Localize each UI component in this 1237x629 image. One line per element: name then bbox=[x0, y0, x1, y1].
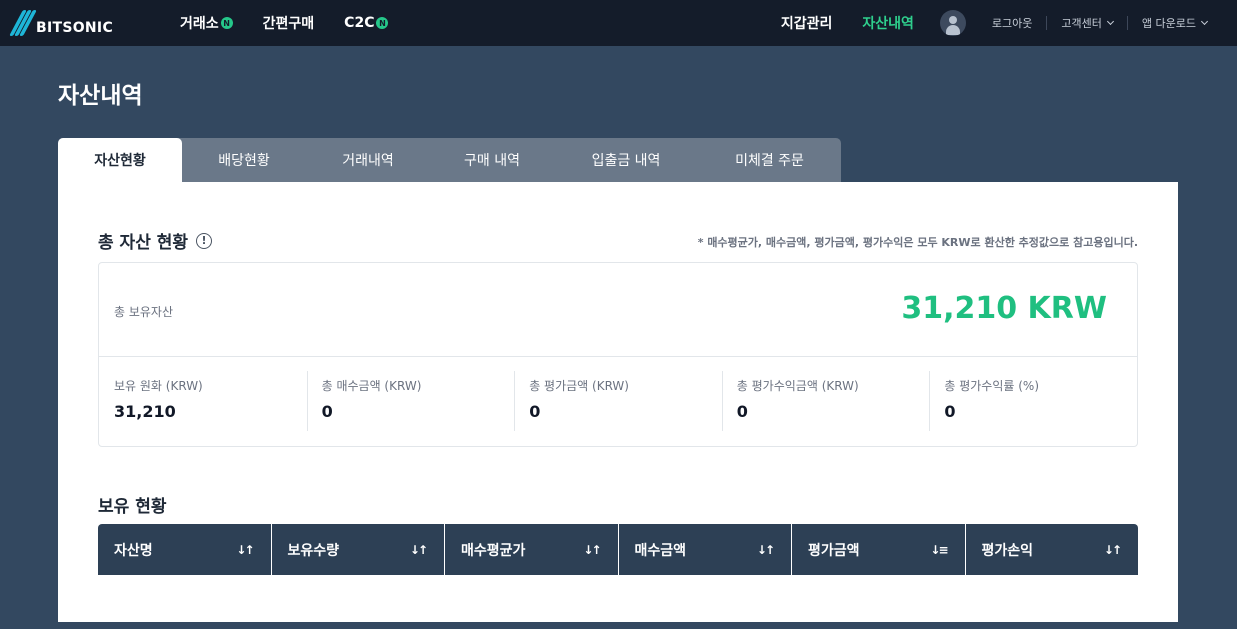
sort-icon[interactable]: ↓↑ bbox=[583, 543, 601, 557]
sort-descending-icon[interactable]: ↓≡ bbox=[930, 543, 948, 557]
info-icon[interactable]: ! bbox=[196, 232, 213, 249]
support-label: 고객센터 bbox=[1061, 17, 1102, 30]
stat-profit-rate: 총 평가수익률 (%) 0 bbox=[929, 357, 1137, 447]
nav-wallet[interactable]: 지갑관리 bbox=[781, 13, 833, 33]
nav-exchange[interactable]: 거래소 N bbox=[180, 13, 233, 33]
chevron-down-icon bbox=[1200, 17, 1209, 26]
stat-total-profit: 총 평가수익금액 (KRW) 0 bbox=[721, 357, 930, 447]
stat-value: 0 bbox=[529, 402, 541, 421]
nav-assets[interactable]: 자산내역 bbox=[862, 13, 914, 33]
nav-c2c[interactable]: C2C N bbox=[344, 15, 389, 31]
nav-c2c-label: C2C bbox=[344, 15, 375, 31]
holdings-table-header: 자산명 ↓↑ 보유수량 ↓↑ 매수평균가 ↓↑ 매수금액 ↓↑ 평가금액 ↓≡ … bbox=[98, 524, 1138, 575]
column-label: 매수금액 bbox=[634, 542, 687, 559]
logout-link[interactable]: 로그아웃 bbox=[992, 15, 1032, 31]
tab-open-orders[interactable]: 미체결 주문 bbox=[698, 138, 841, 182]
asset-tabs: 자산현황 배당현황 거래내역 구매 내역 입출금 내역 미체결 주문 bbox=[58, 138, 841, 182]
summary-stats-row: 보유 원화 (KRW) 31,210 총 매수금액 (KRW) 0 총 평가금액… bbox=[99, 357, 1137, 447]
stat-label: 총 매수금액 (KRW) bbox=[321, 379, 422, 393]
stat-label: 총 평가금액 (KRW) bbox=[529, 379, 629, 393]
column-quantity[interactable]: 보유수량 ↓↑ bbox=[270, 524, 445, 575]
bitsonic-logo[interactable]: BITSONIC bbox=[9, 9, 114, 37]
content-panel: 총 자산 현황 ! * 매수평균가, 매수금액, 평가금액, 평가수익은 모두 … bbox=[58, 182, 1178, 622]
new-badge: N bbox=[376, 17, 389, 29]
stat-value: 0 bbox=[944, 402, 956, 421]
stat-value: 31,210 bbox=[114, 402, 176, 421]
column-avg-buy-price[interactable]: 매수평균가 ↓↑ bbox=[444, 524, 618, 575]
column-label: 자산명 bbox=[114, 542, 153, 559]
total-holdings-row: 총 보유자산 31,210 KRW bbox=[99, 263, 1137, 357]
page-title: 자산내역 bbox=[58, 83, 143, 109]
column-label: 보유수량 bbox=[287, 542, 340, 559]
app-download-label: 앱 다운로드 bbox=[1141, 17, 1196, 30]
column-profit-loss[interactable]: 평가손익 ↓↑ bbox=[964, 524, 1139, 575]
disclaimer-note: * 매수평균가, 매수금액, 평가금액, 평가수익은 모두 KRW로 환산한 추… bbox=[697, 236, 1138, 249]
app-download-menu[interactable]: 앱 다운로드 bbox=[1141, 15, 1209, 31]
tab-asset-status[interactable]: 자산현황 bbox=[58, 138, 182, 182]
divider bbox=[1046, 16, 1048, 30]
logo-mark-icon bbox=[9, 9, 37, 37]
sort-icon[interactable]: ↓↑ bbox=[410, 543, 428, 557]
asset-summary-box: 총 보유자산 31,210 KRW 보유 원화 (KRW) 31,210 총 매… bbox=[98, 262, 1138, 447]
divider bbox=[1126, 16, 1128, 30]
column-asset-name[interactable]: 자산명 ↓↑ bbox=[98, 524, 271, 575]
sort-icon[interactable]: ↓↑ bbox=[757, 543, 775, 557]
stat-total-valuation: 총 평가금액 (KRW) 0 bbox=[514, 357, 722, 447]
right-nav: 지갑관리 자산내역 로그아웃 고객센터 앱 다운로드 bbox=[751, 0, 1209, 46]
nav-exchange-label: 거래소 bbox=[180, 16, 219, 32]
tab-trade-history[interactable]: 거래내역 bbox=[306, 138, 430, 182]
new-badge: N bbox=[220, 17, 233, 29]
stat-krw-balance: 보유 원화 (KRW) 31,210 bbox=[99, 357, 307, 447]
nav-easy-buy-label: 간편구매 bbox=[262, 16, 315, 32]
tab-purchase-history[interactable]: 구매 내역 bbox=[430, 138, 554, 182]
stat-label: 총 평가수익률 (%) bbox=[944, 379, 1040, 393]
column-label: 매수평균가 bbox=[461, 542, 526, 559]
logo-text: BITSONIC bbox=[36, 20, 114, 36]
sort-icon[interactable]: ↓↑ bbox=[236, 543, 254, 557]
stat-value: 0 bbox=[736, 402, 748, 421]
nav-easy-buy[interactable]: 간편구매 bbox=[263, 13, 315, 33]
column-label: 평가금액 bbox=[808, 542, 860, 559]
tab-dividends[interactable]: 배당현황 bbox=[182, 138, 306, 182]
tab-deposit-withdrawal[interactable]: 입출금 내역 bbox=[554, 138, 698, 182]
stat-total-buy: 총 매수금액 (KRW) 0 bbox=[306, 357, 515, 447]
chevron-down-icon bbox=[1106, 17, 1114, 26]
total-assets-title: 총 자산 현황 bbox=[98, 233, 189, 253]
column-valuation[interactable]: 평가금액 ↓≡ bbox=[791, 524, 965, 575]
support-menu[interactable]: 고객센터 bbox=[1061, 15, 1114, 31]
stat-label: 보유 원화 (KRW) bbox=[114, 379, 203, 393]
user-avatar-icon[interactable] bbox=[939, 10, 966, 36]
top-navigation-bar: BITSONIC 거래소 N 간편구매 C2C N 지갑관리 자산내역 로그아웃… bbox=[0, 0, 1237, 46]
total-holdings-value: 31,210 KRW bbox=[901, 291, 1107, 326]
total-holdings-label: 총 보유자산 bbox=[114, 305, 174, 319]
holdings-title: 보유 현황 bbox=[98, 497, 167, 517]
sort-icon[interactable]: ↓↑ bbox=[1104, 543, 1122, 557]
column-buy-amount[interactable]: 매수금액 ↓↑ bbox=[617, 524, 792, 575]
main-nav: 거래소 N 간편구매 C2C N bbox=[180, 0, 418, 46]
stat-value: 0 bbox=[321, 402, 333, 421]
total-assets-heading: 총 자산 현황 ! bbox=[98, 228, 213, 253]
column-label: 평가손익 bbox=[981, 542, 1034, 559]
stat-label: 총 평가수익금액 (KRW) bbox=[736, 379, 859, 393]
